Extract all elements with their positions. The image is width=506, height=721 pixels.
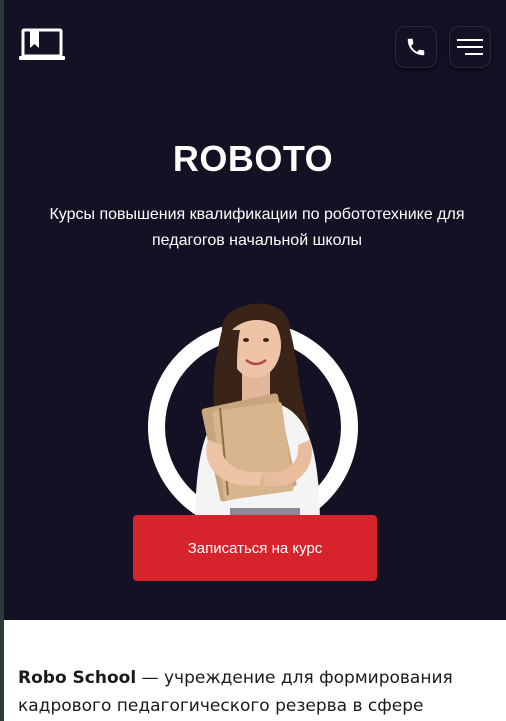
phone-button[interactable] — [395, 26, 437, 68]
hero-subtitle: Курсы повышения квалификации по робототе… — [49, 206, 465, 249]
enroll-course-button[interactable]: Записаться на курс — [133, 515, 377, 581]
phone-icon — [407, 38, 425, 56]
menu-button[interactable] — [449, 26, 491, 68]
laptop-bookmark-icon — [19, 28, 65, 60]
brand-name: Robo School — [18, 668, 137, 688]
hero-section: ROBOTO Курсы повышения квалификации по р… — [0, 0, 506, 620]
hero-student-photo — [195, 303, 320, 530]
hero-title: ROBOTO — [172, 138, 334, 179]
hamburger-menu-icon — [457, 39, 483, 55]
site-logo[interactable] — [18, 28, 66, 64]
left-edge-strip — [0, 0, 4, 721]
intro-paragraph: Robo School — учреждение для формировани… — [18, 664, 488, 720]
